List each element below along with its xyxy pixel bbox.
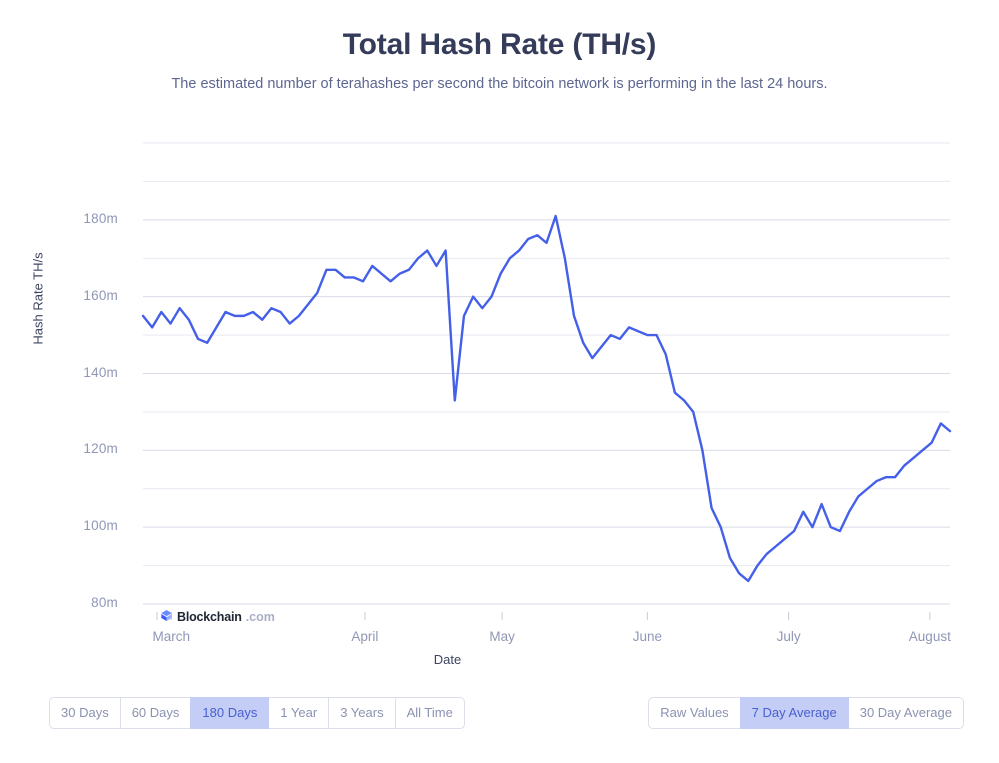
y-axis-tick-label: 140m <box>83 364 118 380</box>
y-axis-tick-label: 160m <box>83 287 118 303</box>
range-button-60-days[interactable]: 60 Days <box>119 697 192 729</box>
range-button-3-years[interactable]: 3 Years <box>328 697 396 729</box>
y-axis-title: Hash Rate TH/s <box>30 252 46 345</box>
y-axis-tick-label: 180m <box>83 210 118 226</box>
time-range-button-group[interactable]: 30 Days 60 Days 180 Days 1 Year 3 Years All T… <box>49 697 465 729</box>
range-button-30-days[interactable]: 30 Days <box>49 697 121 729</box>
average-button-30-day-average[interactable]: 30 Day Average <box>847 697 964 729</box>
x-axis-tick-label: July <box>776 629 801 644</box>
range-button-1-year[interactable]: 1 Year <box>268 697 330 729</box>
blockchain-watermark: Blockchain .com <box>160 609 275 625</box>
chart-page: Total Hash Rate (TH/s) The estimated num… <box>0 0 999 763</box>
range-button-180-days[interactable]: 180 Days <box>190 697 270 729</box>
x-axis-tick-label: May <box>489 629 515 644</box>
watermark-tld: .com <box>245 610 275 624</box>
y-axis-tick-label: 100m <box>83 518 118 534</box>
x-axis-tick-label: March <box>152 629 190 644</box>
average-button-7-day-average[interactable]: 7 Day Average <box>739 697 849 729</box>
y-axis-tick-label: 80m <box>91 595 118 610</box>
x-axis-tick-label: April <box>351 629 379 644</box>
y-axis-tick-label: 120m <box>83 441 118 457</box>
x-axis-tick-label: August <box>908 629 951 644</box>
watermark-name: Blockchain <box>177 610 242 624</box>
average-button-raw-values[interactable]: Raw Values <box>648 697 741 729</box>
hash-rate-line-chart <box>141 142 952 620</box>
x-axis-title-text: Date <box>433 652 462 667</box>
range-button-all-time[interactable]: All Time <box>394 697 465 729</box>
y-axis-tick-labels: 80m 100m 120m 140m 160m 180m <box>48 0 118 620</box>
averaging-button-group[interactable]: Raw Values 7 Day Average 30 Day Average <box>648 697 964 729</box>
x-axis-tick-label: June <box>632 629 663 644</box>
blockchain-cube-icon <box>160 609 173 625</box>
hash-rate-series-line <box>141 214 952 583</box>
x-axis-title: Date <box>0 652 999 667</box>
chart-plot-area <box>0 0 999 680</box>
